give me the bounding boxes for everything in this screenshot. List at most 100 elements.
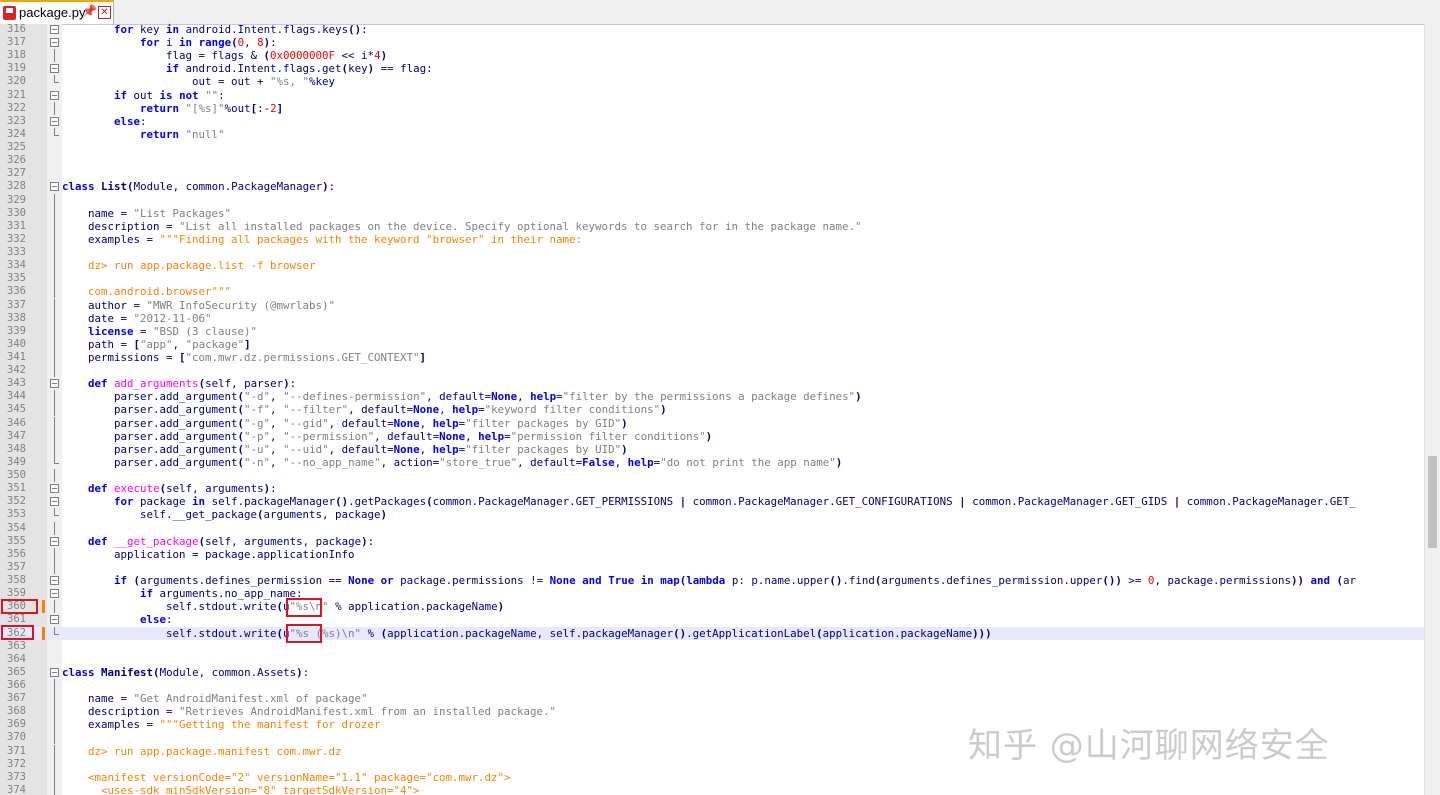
code-line[interactable]: 327: [0, 167, 1424, 180]
code-line[interactable]: 337 author = "MWR InfoSecurity (@mwrlabs…: [0, 298, 1424, 312]
code-text: application = package.applicationInfo: [62, 547, 355, 561]
fold-toggle-icon[interactable]: [50, 587, 59, 600]
code-line[interactable]: 353 self.__get_package(arguments, packag…: [0, 508, 1424, 521]
code-line[interactable]: 320 out = out + "%s, "%key: [0, 75, 1424, 88]
code-line[interactable]: 368 description = "Retrieves AndroidMani…: [0, 705, 1424, 719]
code-line[interactable]: 374 <uses-sdk minSdkVersion="8" targetSd…: [0, 783, 1424, 795]
fold-toggle-icon[interactable]: [50, 36, 59, 49]
code-line[interactable]: 331 description = "List all installed pa…: [0, 219, 1424, 233]
fold-line: [50, 705, 59, 719]
tab-package-py[interactable]: package.py 📌 ✕: [0, 0, 114, 24]
fold-line: [50, 429, 59, 443]
code-line[interactable]: 316 for key in android.Intent.flags.keys…: [0, 24, 1424, 36]
code-line[interactable]: 325: [0, 141, 1424, 154]
code-line[interactable]: 355 def __get_package(self, arguments, p…: [0, 535, 1424, 548]
code-line[interactable]: 366: [0, 679, 1424, 692]
fold-toggle-icon[interactable]: [50, 89, 59, 102]
fold-line: [50, 469, 59, 483]
code-line[interactable]: 322 return "[%s]"%out[:-2]: [0, 101, 1424, 115]
fold-toggle-icon[interactable]: [50, 377, 59, 390]
code-line[interactable]: 343 def add_arguments(self, parser):: [0, 377, 1424, 390]
line-number: 329: [7, 193, 26, 206]
code-line[interactable]: 342: [0, 364, 1424, 378]
code-line[interactable]: 324 return "null": [0, 127, 1424, 141]
code-line[interactable]: 333: [0, 246, 1424, 260]
fold-toggle-icon[interactable]: [50, 613, 59, 626]
fold-toggle-icon[interactable]: [50, 115, 59, 128]
code-line[interactable]: 360 self.stdout.write(u"%s\n" % applicat…: [0, 600, 1424, 614]
code-text: for i in range(0, 8):: [140, 36, 277, 50]
code-text: if out is not "":: [114, 88, 225, 102]
fold-line: [50, 193, 59, 207]
pin-icon[interactable]: 📌: [82, 4, 97, 18]
fold-toggle-icon[interactable]: [50, 666, 59, 679]
code-line[interactable]: 351 def execute(self, arguments):: [0, 482, 1424, 495]
fold-toggle-icon[interactable]: [50, 535, 59, 548]
code-line[interactable]: 358 if (arguments.defines_permission == …: [0, 574, 1424, 587]
code-line[interactable]: 352 for package in self.packageManager()…: [0, 495, 1424, 508]
code-text: <manifest versionCode="2" versionName="1…: [62, 770, 511, 784]
vertical-scrollbar[interactable]: [1424, 24, 1440, 795]
code-line[interactable]: 349 parser.add_argument("-n", "--no_app_…: [0, 455, 1424, 469]
code-line[interactable]: 373 <manifest versionCode="2" versionNam…: [0, 770, 1424, 784]
code-line[interactable]: 359 if arguments.no_app_name:: [0, 587, 1424, 600]
code-line[interactable]: 346 parser.add_argument("-g", "--gid", d…: [0, 416, 1424, 430]
code-line[interactable]: 318 flag = flags & (0x0000000F << i*4): [0, 49, 1424, 63]
line-number: 319: [7, 62, 26, 75]
code-line[interactable]: 328 class List(Module, common.PackageMana…: [0, 180, 1424, 193]
annotation-box-line-360-format: [286, 598, 322, 617]
code-line[interactable]: 326: [0, 154, 1424, 167]
close-icon[interactable]: ✕: [98, 6, 111, 19]
code-editor[interactable]: 316 for key in android.Intent.flags.keys…: [0, 24, 1424, 795]
code-line[interactable]: 341 permissions = ["com.mwr.dz.permissio…: [0, 351, 1424, 364]
fold-toggle-icon[interactable]: [50, 482, 59, 495]
code-line[interactable]: 338 date = "2012-11-06": [0, 311, 1424, 325]
code-line[interactable]: 340 path = ["app", "package"]: [0, 337, 1424, 351]
code-line[interactable]: 332 examples = """Finding all packages w…: [0, 232, 1424, 246]
code-line[interactable]: 365 class Manifest(Module, common.Assets)…: [0, 666, 1424, 679]
fold-line: [50, 311, 59, 325]
code-line[interactable]: 323 else:: [0, 115, 1424, 128]
code-line[interactable]: 344 parser.add_argument("-d", "--defines…: [0, 390, 1424, 404]
code-line[interactable]: 347 parser.add_argument("-p", "--permiss…: [0, 429, 1424, 443]
code-line[interactable]: 362 self.stdout.write(u"%s (%s)\n" % (ap…: [0, 626, 1424, 640]
line-number: 358: [7, 574, 26, 587]
code-line[interactable]: 357: [0, 560, 1424, 574]
code-line[interactable]: 361 else:: [0, 613, 1424, 626]
line-number: 341: [7, 351, 26, 363]
code-line[interactable]: 367 name = "Get AndroidManifest.xml of p…: [0, 692, 1424, 706]
code-line[interactable]: 317 for i in range(0, 8):: [0, 36, 1424, 49]
code-line[interactable]: 354: [0, 521, 1424, 535]
line-number: 349: [7, 455, 26, 468]
scrollbar-thumb[interactable]: [1428, 456, 1437, 548]
code-line[interactable]: 330 name = "List Packages": [0, 206, 1424, 220]
code-line[interactable]: 345 parser.add_argument("-f", "--filter"…: [0, 403, 1424, 417]
code-line[interactable]: 363: [0, 640, 1424, 653]
fold-toggle-icon[interactable]: [50, 62, 59, 75]
fold-toggle-icon[interactable]: [50, 24, 59, 36]
code-line[interactable]: 364: [0, 653, 1424, 666]
code-line[interactable]: 329: [0, 193, 1424, 207]
code-line[interactable]: 339 license = "BSD (3 clause)": [0, 324, 1424, 338]
code-line[interactable]: 335: [0, 272, 1424, 286]
code-line[interactable]: 334 dz> run app.package.list -f browser: [0, 259, 1424, 273]
fold-line: [50, 324, 59, 338]
fold-toggle-icon[interactable]: [50, 495, 59, 508]
fold-line: [50, 272, 59, 286]
line-number: 371: [7, 744, 26, 757]
code-line[interactable]: 336 com.android.browser""": [0, 285, 1424, 299]
code-line[interactable]: 321 if out is not "":: [0, 89, 1424, 102]
line-number: 343: [7, 377, 26, 390]
fold-toggle-icon[interactable]: [50, 574, 59, 587]
code-text: name = "List Packages": [62, 206, 232, 220]
fold-toggle-icon[interactable]: [50, 180, 59, 193]
line-number: 340: [7, 337, 26, 350]
code-text: if arguments.no_app_name:: [140, 587, 303, 601]
code-line[interactable]: 319 if android.Intent.flags.get(key) == …: [0, 62, 1424, 75]
fold-line: [50, 560, 59, 574]
code-line[interactable]: 356 application = package.applicationInf…: [0, 547, 1424, 561]
code-line[interactable]: 348 parser.add_argument("-u", "--uid", d…: [0, 442, 1424, 456]
line-number: 369: [7, 718, 26, 731]
code-line[interactable]: 350: [0, 469, 1424, 483]
code-text: dz> run app.package.list -f browser: [62, 259, 316, 273]
